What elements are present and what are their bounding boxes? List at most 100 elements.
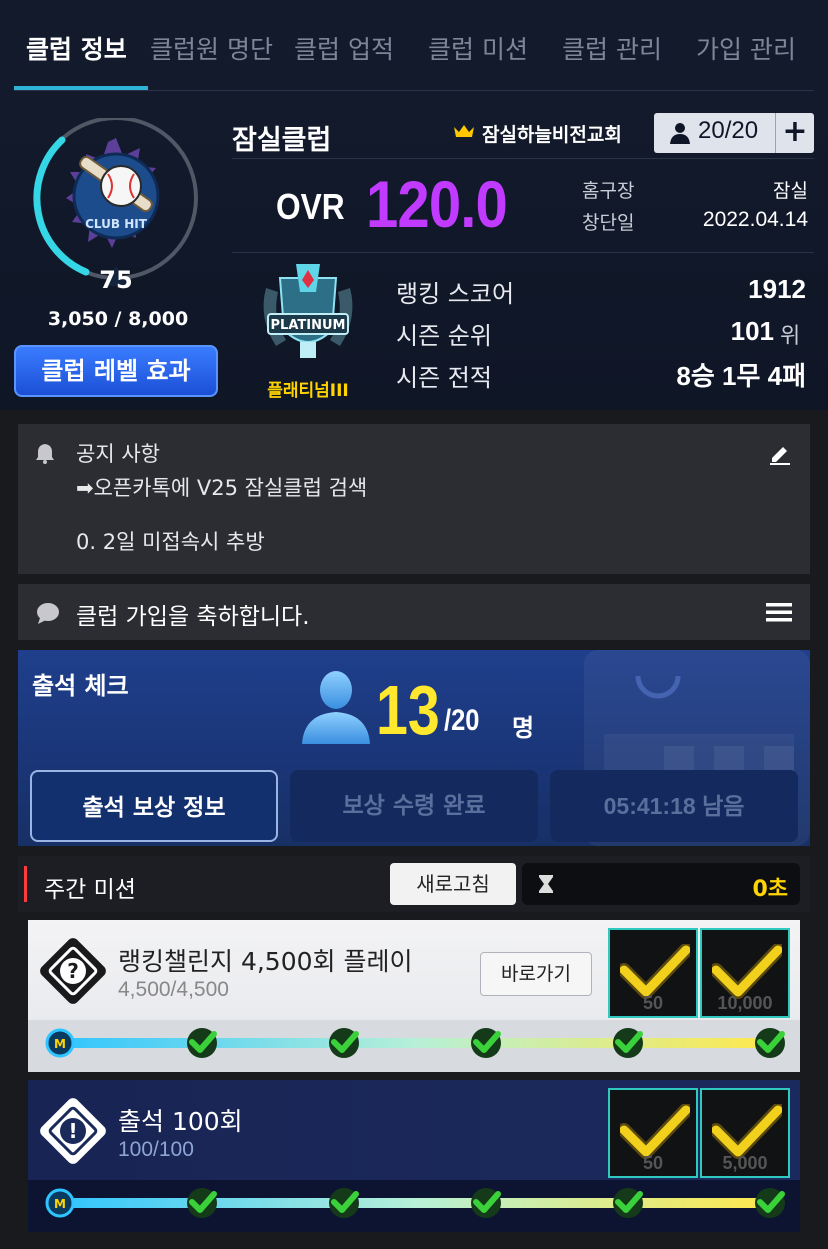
weekly-mission-title: 주간 미션 <box>44 877 136 903</box>
chat-message: 클럽 가입을 축하합니다. <box>76 604 310 630</box>
club-chat-bar[interactable]: 클럽 가입을 축하합니다. <box>18 584 810 640</box>
crown-icon <box>454 125 474 137</box>
reward-amount: 50 <box>642 1153 664 1173</box>
founded-label: 창단일 <box>582 212 635 234</box>
mission-card: ? 랭킹챌린지 4,500회 플레이 4,500/4,500 바로가기 50 1… <box>28 920 800 1072</box>
ranking-score-label: 랭킹 스코어 <box>396 280 515 308</box>
notice-line: ➡오픈카톡에 V25 잠실클럽 검색 <box>76 476 368 500</box>
tier-label: 플래티넘III <box>267 381 349 401</box>
attendance-unit: 명 <box>512 714 535 742</box>
mission-timer: 0초 <box>752 877 788 902</box>
check-icon <box>712 1104 782 1159</box>
checkpoint-check-icon <box>613 1188 643 1218</box>
season-rank-unit: 위 <box>780 324 801 349</box>
tier-badge-text: PLATINUM <box>271 318 346 333</box>
tab-club-info[interactable]: 클럽 정보 <box>26 30 127 66</box>
attendance-panel: 출석 체크 13 /20 명 출석 보상 정보 보상 수령 완료 05:41:1… <box>18 650 810 846</box>
tab-join-management[interactable]: 가입 관리 <box>696 30 796 66</box>
question-mission-icon: ? <box>40 938 106 1004</box>
attendance-total: /20 <box>444 704 480 737</box>
tab-divider <box>14 90 814 91</box>
check-icon <box>620 944 690 999</box>
edit-icon[interactable] <box>768 442 792 466</box>
attendance-timer: 05:41:18 남음 <box>550 770 798 842</box>
reward-slot: 5,000 <box>700 1088 790 1178</box>
home-stadium-value: 잠실 <box>773 180 808 202</box>
founded-value: 2022.04.14 <box>702 208 808 231</box>
notice-line: 0. 2일 미접속시 추방 <box>76 530 265 554</box>
club-emblem: CLUB HIT <box>33 118 198 286</box>
divider <box>232 252 814 253</box>
reward-amount: 5,000 <box>722 1153 768 1173</box>
member-count: 20/20 <box>698 117 759 144</box>
refresh-button[interactable]: 새로고침 <box>390 863 516 905</box>
exclamation-mission-icon: ! <box>40 1098 106 1164</box>
tab-club-achievements[interactable]: 클럽 업적 <box>294 30 394 66</box>
tab-club-missions[interactable]: 클럽 미션 <box>428 30 528 66</box>
club-level-effect-button[interactable]: 클럽 레벨 효과 <box>14 345 218 397</box>
checkpoint-check-icon <box>187 1188 217 1218</box>
ranking-score-value: 1912 <box>748 274 806 304</box>
checkpoint-check-icon <box>471 1028 501 1058</box>
checkpoint-check-icon <box>329 1028 359 1058</box>
mission-progress-track: M <box>28 1180 800 1232</box>
bell-icon <box>36 444 54 464</box>
attendance-count: 13 <box>376 671 440 749</box>
club-exp: 3,050 / 8,000 <box>47 308 189 330</box>
weekly-mission-header: 주간 미션 새로고침 0초 <box>18 856 810 912</box>
ovr-label: OVR <box>276 186 345 227</box>
club-level: 75 <box>99 266 133 294</box>
checkpoint-check-icon <box>755 1188 785 1218</box>
reward-amount: 10,000 <box>717 993 773 1013</box>
notice-title: 공지 사항 <box>76 442 160 466</box>
start-marker-text: M <box>54 1037 66 1051</box>
person-icon <box>302 671 370 744</box>
home-stadium-label: 홈구장 <box>582 180 635 202</box>
tab-bar: 클럽 정보 클럽원 명단 클럽 업적 클럽 미션 클럽 관리 가입 관리 <box>0 0 828 92</box>
season-record-value: 8승 1무 4패 <box>676 361 806 391</box>
checkpoint-check-icon <box>471 1188 501 1218</box>
reward-slot: 50 <box>608 1088 698 1178</box>
reward-slot: 50 <box>608 928 698 1018</box>
divider <box>232 158 814 159</box>
season-rank-label: 시즌 순위 <box>396 322 492 350</box>
tab-club-management[interactable]: 클럽 관리 <box>562 30 662 66</box>
season-rank-value: 101 <box>730 316 774 346</box>
mission-timer-box: 0초 <box>522 863 800 905</box>
goto-button[interactable]: 바로가기 <box>480 952 592 996</box>
mission-title: 출석 100회 <box>118 1107 243 1136</box>
club-name: 잠실클럽 <box>232 125 332 156</box>
mission-card: ! 출석 100회 100/100 50 5,000 M <box>28 1080 800 1232</box>
checkpoint-check-icon <box>187 1028 217 1058</box>
reward-claimed-button: 보상 수령 완료 <box>290 770 538 842</box>
chat-bubble-icon <box>37 603 59 624</box>
notice-panel: 공지 사항 ➡오픈카톡에 V25 잠실클럽 검색 0. 2일 미접속시 추방 <box>18 424 810 574</box>
mission-progress: 4,500/4,500 <box>118 978 229 1001</box>
platinum-tier-badge: PLATINUM <box>263 264 353 358</box>
mission-progress: 100/100 <box>118 1138 194 1161</box>
attendance-title: 출석 체크 <box>32 672 129 700</box>
reward-slot: 10,000 <box>700 928 790 1018</box>
check-icon <box>712 944 782 999</box>
member-icon <box>670 123 690 144</box>
invite-plus-button[interactable]: + <box>775 113 814 153</box>
attendance-reward-info-button[interactable]: 출석 보상 정보 <box>30 770 278 842</box>
header-accent-bar <box>24 866 27 902</box>
menu-icon[interactable] <box>766 602 792 622</box>
season-record-label: 시즌 전적 <box>396 364 492 392</box>
checkpoint-check-icon <box>329 1188 359 1218</box>
check-icon <box>620 1104 690 1159</box>
svg-text:!: ! <box>68 1119 77 1143</box>
hourglass-icon <box>539 875 553 893</box>
emblem-text: CLUB HIT <box>85 217 148 231</box>
club-leader: 잠실하늘비전교회 <box>482 124 622 146</box>
mission-title: 랭킹챌린지 4,500회 플레이 <box>118 947 413 976</box>
checkpoint-check-icon <box>755 1028 785 1058</box>
ovr-value: 120.0 <box>366 167 508 241</box>
tab-member-list[interactable]: 클럽원 명단 <box>150 30 273 66</box>
svg-text:?: ? <box>67 959 79 983</box>
checkpoint-check-icon <box>613 1028 643 1058</box>
start-marker-text: M <box>54 1197 66 1211</box>
reward-amount: 50 <box>642 993 664 1013</box>
mission-progress-track: M <box>28 1020 800 1072</box>
